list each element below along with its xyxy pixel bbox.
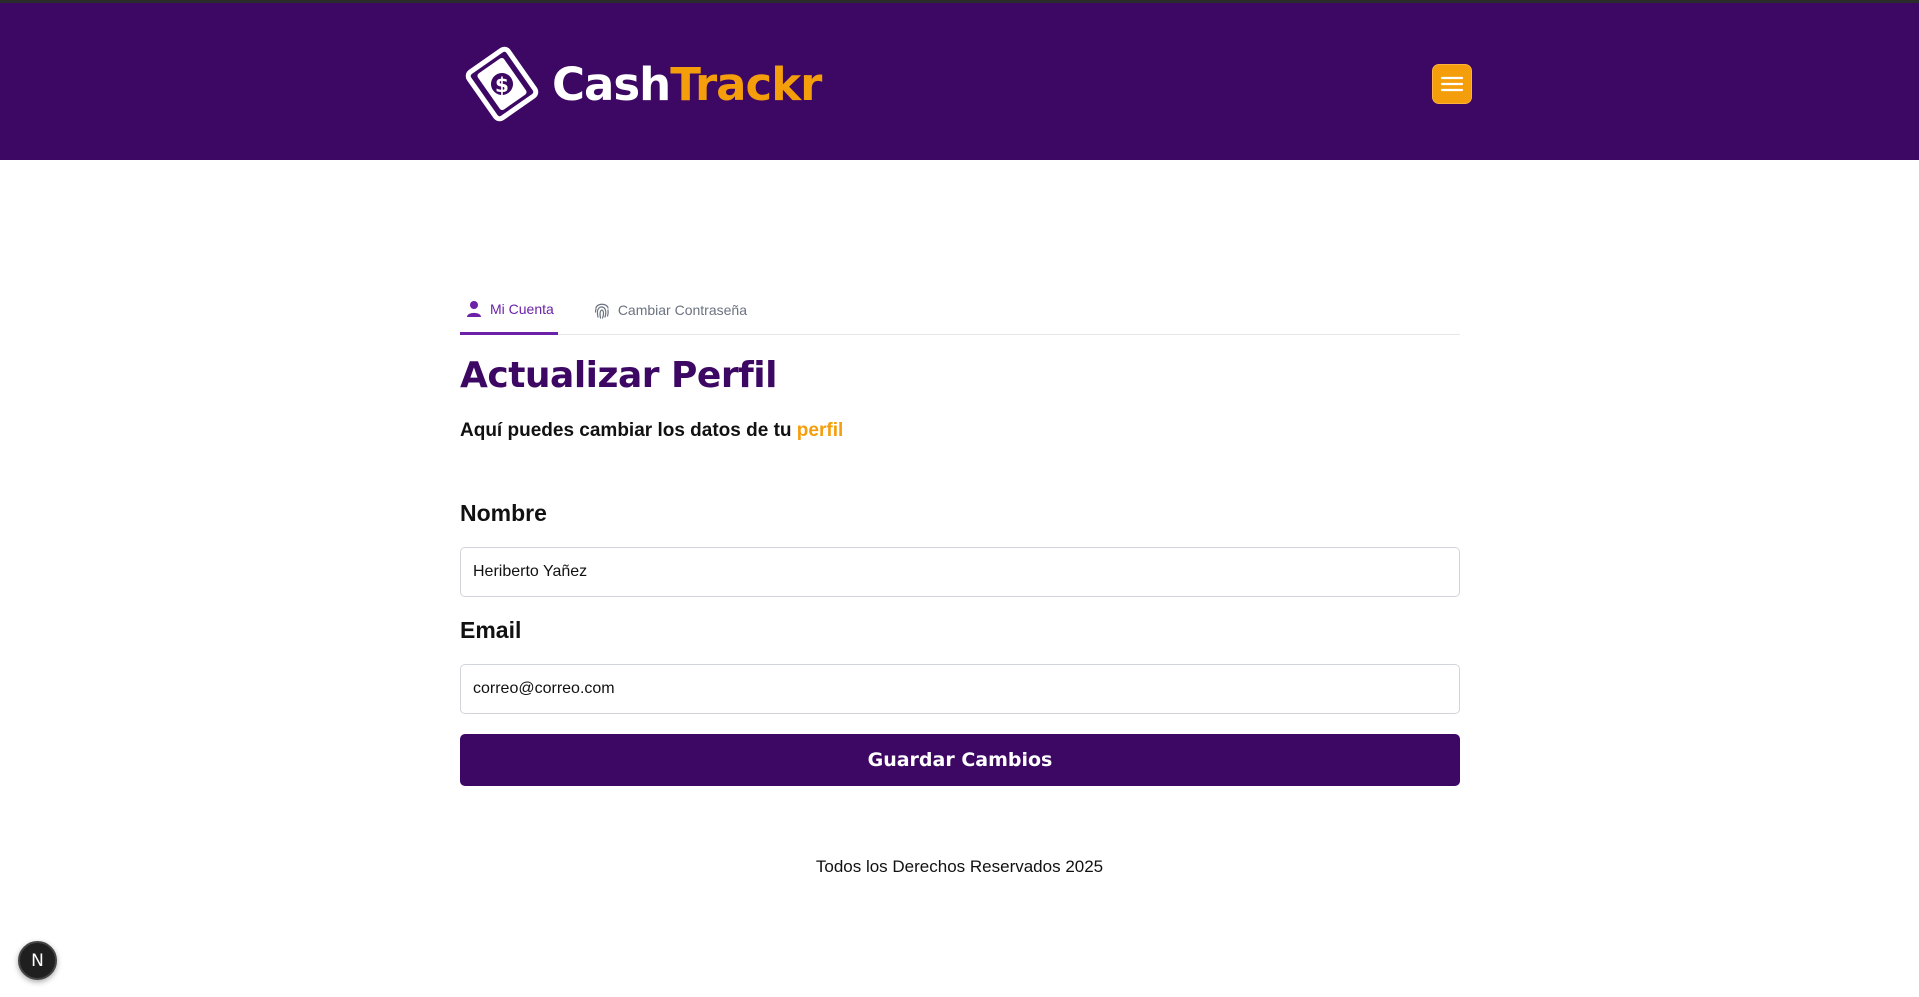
site-header: $ CashTrackr bbox=[0, 3, 1919, 160]
profile-form: Nombre Email Guardar Cambios bbox=[460, 500, 1460, 786]
hamburger-menu-icon bbox=[1440, 76, 1464, 92]
cashtrackr-logo[interactable]: $ CashTrackr bbox=[460, 41, 822, 127]
account-tabs: Mi Cuenta Cambiar Contraseña bbox=[460, 285, 1460, 335]
money-logo-icon: $ bbox=[465, 46, 539, 122]
subtitle-accent: perfil bbox=[796, 420, 844, 441]
tab-cambiar-contrasena[interactable]: Cambiar Contraseña bbox=[588, 285, 751, 335]
email-label: Email bbox=[460, 617, 522, 643]
dev-tools-badge[interactable]: N bbox=[18, 941, 57, 980]
menu-button[interactable] bbox=[1432, 64, 1472, 104]
tab-mi-cuenta[interactable]: Mi Cuenta bbox=[460, 285, 558, 335]
name-label: Nombre bbox=[460, 500, 547, 526]
fingerprint-icon bbox=[594, 303, 609, 319]
logo-wordmark: CashTrackr bbox=[552, 57, 822, 111]
email-input[interactable] bbox=[460, 664, 1460, 714]
logo-word-cash: Cash bbox=[552, 57, 671, 111]
profile-main: Mi Cuenta Cambiar Contraseña Actualizar … bbox=[460, 285, 1460, 786]
dev-tools-badge-label: N bbox=[31, 950, 44, 971]
svg-text:$: $ bbox=[495, 73, 509, 97]
tab-label: Mi Cuenta bbox=[490, 300, 554, 317]
footer-text: Todos los Derechos Reservados 2025 bbox=[815, 857, 1104, 876]
name-input[interactable] bbox=[460, 547, 1460, 597]
user-icon bbox=[467, 300, 481, 317]
site-footer: Todos los Derechos Reservados 2025 bbox=[0, 857, 1919, 877]
save-changes-button[interactable]: Guardar Cambios bbox=[460, 734, 1460, 786]
page-title: Actualizar Perfil bbox=[460, 355, 777, 396]
subtitle-text: Aquí puedes cambiar los datos de tu bbox=[460, 420, 792, 441]
page-subtitle: Aquí puedes cambiar los datos de tu perf… bbox=[460, 420, 1460, 442]
tab-label: Cambiar Contraseña bbox=[617, 302, 747, 318]
logo-word-trackr: Trackr bbox=[670, 57, 822, 111]
